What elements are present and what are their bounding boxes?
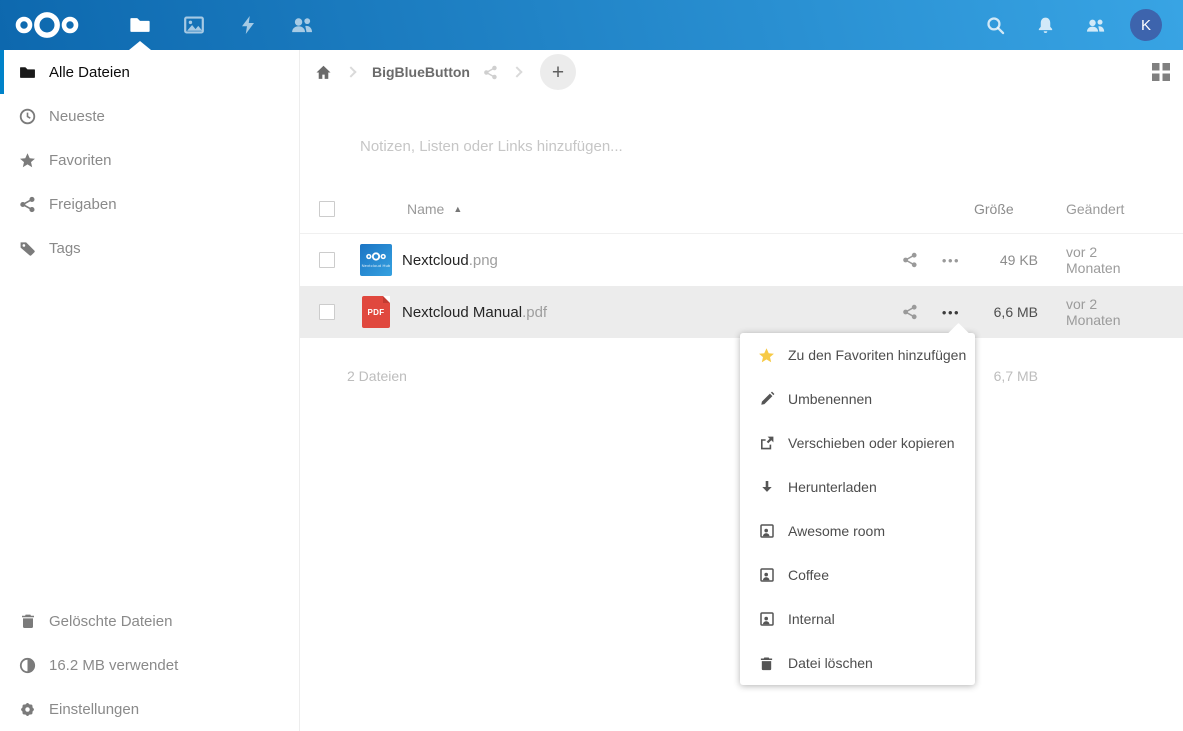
- pencil-icon: [758, 391, 775, 407]
- column-header-name[interactable]: Name ▲: [402, 201, 899, 217]
- file-actions-menu-button[interactable]: •••: [940, 253, 962, 268]
- sidebar-item-label: Freigaben: [49, 196, 117, 213]
- trash-icon: [758, 656, 775, 671]
- file-name[interactable]: Nextcloud Manual.pdf: [402, 304, 899, 321]
- sidebar-item-settings[interactable]: Einstellungen: [0, 687, 299, 731]
- contacts-menu-button[interactable]: [1070, 0, 1120, 50]
- sidebar-item-label: Favoriten: [49, 152, 112, 169]
- row-checkbox[interactable]: [319, 252, 335, 268]
- file-thumbnail[interactable]: Nextcloud Hub: [360, 244, 392, 276]
- lightning-icon: [238, 14, 258, 36]
- file-size: 6,6 MB: [974, 304, 1038, 320]
- move-icon: [758, 435, 775, 451]
- file-name[interactable]: Nextcloud.png: [402, 252, 899, 269]
- sidebar-item-quota[interactable]: 16.2 MB verwendet: [0, 643, 299, 687]
- menu-item-room-internal[interactable]: Internal: [740, 597, 975, 641]
- nextcloud-logo-icon[interactable]: [15, 11, 79, 39]
- app-files[interactable]: [113, 0, 167, 50]
- app-menu: [113, 0, 329, 50]
- tag-icon: [19, 240, 36, 257]
- column-header-size[interactable]: Größe: [974, 201, 1038, 217]
- sidebar-item-shares[interactable]: Freigaben: [0, 182, 299, 226]
- menu-item-delete-file[interactable]: Datei löschen: [740, 641, 975, 685]
- plus-icon: +: [552, 62, 564, 83]
- star-icon: [758, 347, 775, 364]
- search-icon: [986, 16, 1005, 35]
- share-icon: [19, 196, 36, 213]
- top-bar: K: [0, 0, 1183, 50]
- contacts-menu-icon: [1085, 16, 1106, 35]
- sidebar-item-label: Tags: [49, 240, 81, 257]
- file-modified: vor 2 Monaten: [1066, 296, 1154, 328]
- home-icon[interactable]: [315, 64, 332, 81]
- notifications-button[interactable]: [1020, 0, 1070, 50]
- chevron-right-icon: [345, 66, 356, 77]
- row-checkbox[interactable]: [319, 304, 335, 320]
- grid-view-toggle[interactable]: [1152, 63, 1170, 81]
- total-size: 6,7 MB: [974, 368, 1038, 384]
- share-icon[interactable]: [899, 304, 921, 320]
- file-thumbnail[interactable]: PDF: [360, 296, 392, 328]
- app-photos[interactable]: [167, 0, 221, 50]
- file-actions-menu-button[interactable]: •••: [940, 305, 962, 320]
- sidebar-item-recent[interactable]: Neueste: [0, 94, 299, 138]
- sidebar-item-all-files[interactable]: Alle Dateien: [0, 50, 299, 94]
- share-icon[interactable]: [899, 252, 921, 268]
- contacts-icon: [290, 14, 314, 36]
- sidebar-item-label: Neueste: [49, 108, 105, 125]
- file-modified: vor 2 Monaten: [1066, 244, 1154, 276]
- chevron-right-icon: [511, 66, 522, 77]
- file-row-nextcloud-png[interactable]: Nextcloud Hub Nextcloud.png ••• 49 KB vo…: [300, 234, 1183, 286]
- select-all-checkbox[interactable]: [319, 201, 335, 217]
- folder-icon: [129, 14, 151, 36]
- breadcrumb-folder[interactable]: BigBlueButton: [372, 64, 470, 80]
- file-list-header: Name ▲ Größe Geändert: [300, 184, 1183, 234]
- search-button[interactable]: [970, 0, 1020, 50]
- breadcrumb: BigBlueButton +: [300, 50, 1183, 94]
- sidebar-item-label: 16.2 MB verwendet: [49, 657, 178, 674]
- menu-item-room-coffee[interactable]: Coffee: [740, 553, 975, 597]
- column-header-modified[interactable]: Geändert: [1066, 201, 1154, 217]
- sidebar-footer: Gelöschte Dateien 16.2 MB verwendet: [0, 599, 299, 731]
- user-avatar[interactable]: K: [1130, 9, 1162, 41]
- star-icon: [19, 152, 36, 169]
- room-icon: [758, 611, 775, 627]
- breadcrumb-share-icon[interactable]: [483, 65, 498, 80]
- download-icon: [758, 479, 775, 495]
- app-contacts[interactable]: [275, 0, 329, 50]
- sidebar-item-label: Alle Dateien: [49, 64, 130, 81]
- menu-item-download[interactable]: Herunterladen: [740, 465, 975, 509]
- room-icon: [758, 523, 775, 539]
- file-size: 49 KB: [974, 252, 1038, 268]
- photos-icon: [183, 14, 205, 36]
- notes-input[interactable]: Notizen, Listen oder Links hinzufügen...: [360, 138, 623, 155]
- menu-item-add-to-favorites[interactable]: Zu den Favoriten hinzufügen: [740, 333, 975, 377]
- menu-item-room-awesome-room[interactable]: Awesome room: [740, 509, 975, 553]
- file-actions-context-menu: Zu den Favoriten hinzufügen Umbenennen V…: [740, 333, 975, 685]
- sidebar-item-deleted-files[interactable]: Gelöschte Dateien: [0, 599, 299, 643]
- folder-icon: [19, 64, 36, 81]
- new-file-button[interactable]: +: [540, 54, 576, 90]
- gear-icon: [19, 701, 36, 718]
- app-activity[interactable]: [221, 0, 275, 50]
- file-row-nextcloud-manual-pdf[interactable]: PDF Nextcloud Manual.pdf ••• 6,6 MB vor …: [300, 286, 1183, 338]
- sidebar-item-tags[interactable]: Tags: [0, 226, 299, 270]
- room-icon: [758, 567, 775, 583]
- sidebar-item-favorites[interactable]: Favoriten: [0, 138, 299, 182]
- top-bar-right: K: [970, 0, 1183, 50]
- sort-ascending-icon: ▲: [453, 204, 462, 214]
- menu-item-rename[interactable]: Umbenennen: [740, 377, 975, 421]
- sidebar-item-label: Gelöschte Dateien: [49, 613, 172, 630]
- sidebar-item-label: Einstellungen: [49, 701, 139, 718]
- quota-icon: [19, 657, 36, 674]
- menu-item-move-or-copy[interactable]: Verschieben oder kopieren: [740, 421, 975, 465]
- app-navigation-sidebar: Alle Dateien Neueste Favoriten Freigaben: [0, 50, 300, 731]
- clock-icon: [19, 108, 36, 125]
- bell-icon: [1036, 16, 1055, 35]
- trash-icon: [19, 613, 36, 629]
